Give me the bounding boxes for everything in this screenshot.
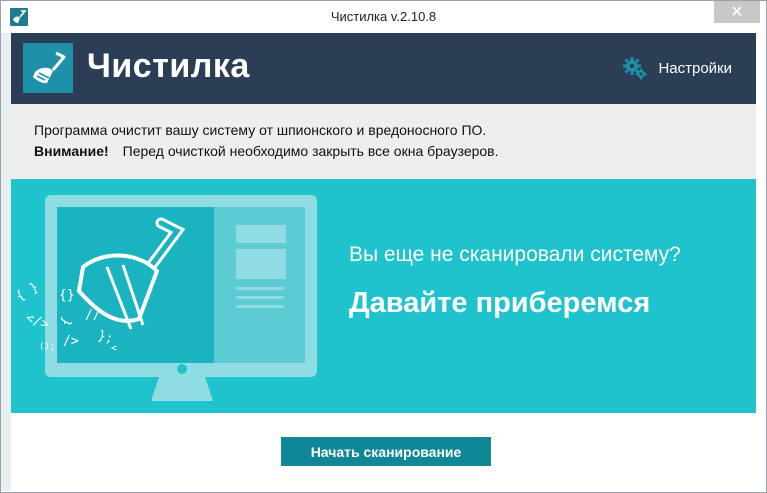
info-panel: Программа очистит вашу систему от шпионс… [11,104,756,179]
svg-text:/>: /> [63,334,79,349]
window-right-edge [756,33,766,491]
close-icon: ✕ [730,4,744,21]
start-scan-button[interactable]: Начать сканирование [281,437,491,466]
window-title: Чистилка v.2.10.8 [330,9,437,24]
brand-title: Чистилка [87,47,250,85]
warning-label: Внимание! [34,143,109,159]
title-bar[interactable]: Чистилка v.2.10.8 ✕ [1,1,766,33]
broom-icon [23,43,73,93]
footer: Начать сканирование [11,413,756,489]
svg-text:{}: {} [59,288,75,303]
svg-text://: // [85,308,101,323]
app-header: Чистилка Настройки [11,33,756,104]
window-left-edge [1,33,11,491]
svg-text:();: (); [39,342,55,352]
monitor-illustration: { } {} </> { // }; /> (); < [14,195,317,401]
scan-banner: { } {} </> { // }; /> (); < Вы еще не ск… [11,179,756,413]
info-warning: Внимание! Перед очисткой необходимо закры… [34,143,499,159]
settings-label: Настройки [658,59,732,77]
banner-cta: Давайте приберемся [349,287,651,319]
info-description: Программа очистит вашу систему от шпионс… [34,122,487,138]
banner-question: Вы еще не сканировали систему? [349,243,681,266]
close-button[interactable]: ✕ [714,1,760,23]
svg-text:{ }: { } [14,280,42,305]
gear-icon [623,57,647,80]
svg-text:<: < [111,343,117,354]
warning-text: Перед очисткой необходимо закрыть все ок… [122,143,499,159]
app-window: Чистилка v.2.10.8 ✕ Чистилка Настройки П… [0,0,767,493]
settings-button[interactable]: Настройки [622,55,732,81]
